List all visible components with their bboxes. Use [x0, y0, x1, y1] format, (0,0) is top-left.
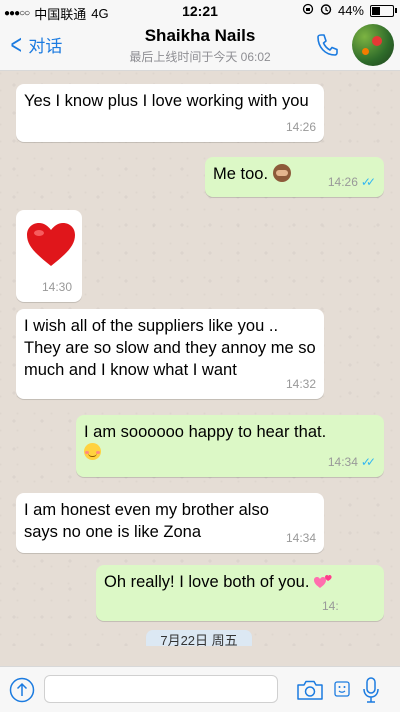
- attach-button[interactable]: [9, 677, 35, 703]
- message-time: 14:30: [41, 280, 72, 294]
- message-time: 14:34: [327, 455, 358, 469]
- phone-icon: [317, 34, 338, 56]
- input-bar: [0, 666, 400, 712]
- date-badge: 7月22日 周五: [146, 630, 252, 646]
- message-meta: 14:: [322, 595, 339, 617]
- message-text: Me too.: [213, 165, 269, 183]
- message-bubble[interactable]: I am honest even my brother also says no…: [16, 493, 324, 553]
- battery-level: [372, 6, 380, 15]
- smiling-face-icon: [84, 443, 101, 460]
- see-no-evil-monkey-icon: [272, 164, 291, 182]
- contact-name[interactable]: Shaikha Nails: [0, 26, 400, 46]
- message-bubble[interactable]: Me too. 14:26 ✓✓: [205, 157, 384, 197]
- message-text: I am honest even my brother also says no…: [24, 501, 269, 541]
- read-receipt-icon: ✓✓: [360, 175, 376, 189]
- chat-area[interactable]: Yes I know plus I love working with you …: [0, 71, 400, 646]
- upload-icon: [9, 677, 35, 703]
- message-text: I wish all of the suppliers like you .. …: [24, 317, 316, 379]
- sticker-icon: [334, 681, 350, 697]
- message-bubble[interactable]: I wish all of the suppliers like you .. …: [16, 309, 324, 399]
- message-meta: 14:34 ✓✓: [328, 451, 376, 473]
- red-heart-icon: [27, 223, 75, 266]
- message-meta: 14:26: [286, 116, 316, 138]
- orientation-lock-icon: [302, 3, 314, 18]
- message-input[interactable]: [44, 675, 278, 703]
- message-text: Yes I know plus I love working with you: [24, 92, 309, 110]
- status-bar: ●●●○○ 中国联通 4G 12:21 44%: [0, 0, 400, 22]
- message-time: 14:: [322, 599, 339, 613]
- contact-avatar[interactable]: [352, 24, 394, 66]
- message-meta: 14:30: [42, 276, 72, 298]
- message-bubble[interactable]: 14:30: [16, 210, 82, 302]
- message-bubble[interactable]: Yes I know plus I love working with you …: [16, 84, 324, 142]
- message-bubble[interactable]: Oh really! I love both of you. 14:: [96, 565, 384, 621]
- camera-icon: [297, 680, 323, 700]
- message-text: I am soooooo happy to hear that.: [84, 423, 327, 441]
- message-time: 14:34: [285, 531, 316, 545]
- message-time: 14:26: [327, 175, 358, 189]
- message-bubble[interactable]: I am soooooo happy to hear that. 14:34 ✓✓: [76, 415, 384, 477]
- two-hearts-icon: [314, 575, 332, 588]
- battery-icon: [370, 4, 397, 17]
- alarm-icon: [320, 3, 332, 18]
- call-button[interactable]: [314, 32, 340, 63]
- message-meta: 14:32: [286, 373, 316, 395]
- camera-button[interactable]: [296, 679, 324, 701]
- chat-header: < 对话 Shaikha Nails 最后上线时间于今天 06:02: [0, 22, 400, 71]
- read-receipt-icon: ✓✓: [360, 455, 376, 469]
- last-seen: 最后上线时间于今天 06:02: [129, 50, 271, 64]
- microphone-icon: [363, 677, 379, 703]
- message-text: Oh really! I love both of you.: [104, 573, 310, 591]
- microphone-button[interactable]: [362, 676, 380, 704]
- message-meta: 14:26 ✓✓: [328, 171, 376, 193]
- message-meta: 14:34: [286, 527, 316, 549]
- message-time: 14:26: [285, 120, 316, 134]
- sticker-button[interactable]: [334, 681, 350, 697]
- message-time: 14:32: [285, 377, 316, 391]
- battery-percent: 44%: [337, 3, 364, 18]
- status-right: 44%: [302, 3, 397, 18]
